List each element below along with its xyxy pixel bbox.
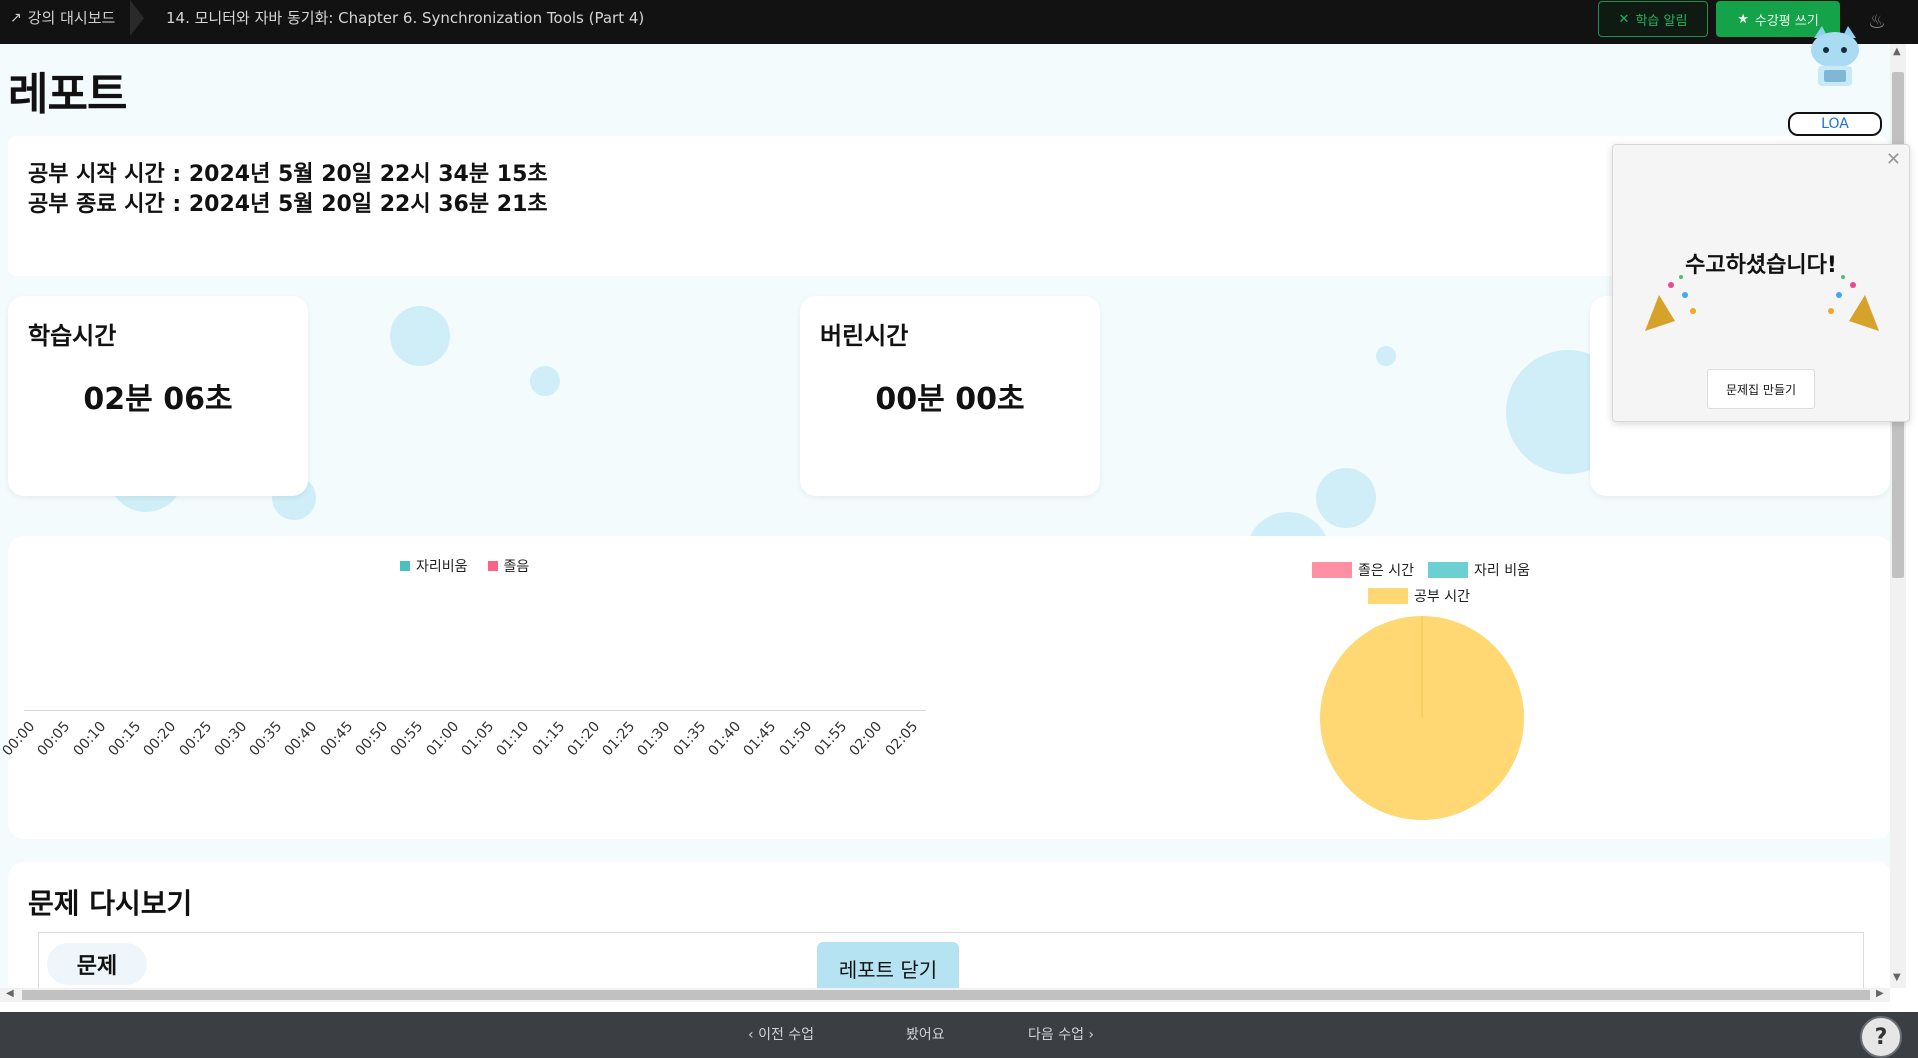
x-tick-label: 00:25	[175, 718, 215, 760]
x-tick-label: 01:20	[564, 718, 604, 760]
study-time-card: 학습시간 02분 06초	[8, 296, 308, 496]
x-tick-label: 01:15	[528, 718, 568, 760]
congrats-message: 수고하셨습니다!	[1685, 253, 1837, 278]
loa-button[interactable]: LOA	[1788, 112, 1882, 136]
pie-chart	[1320, 616, 1524, 820]
scroll-up-arrow-icon[interactable]: ▲	[1893, 46, 1901, 57]
x-tick-label: 02:00	[846, 718, 886, 760]
chevron-left-icon: ‹	[748, 1027, 759, 1043]
x-tick-label: 01:30	[634, 718, 674, 760]
chart-panel: 자리비움 졸음 00:00 00:05 00:10 00:15 00:20 00:25 00…	[0, 536, 1890, 839]
study-end-time: 공부 종료 시간 : 2024년 5월 20일 22시 36분 21초	[28, 192, 548, 217]
x-tick-label: 00:40	[281, 718, 321, 760]
mascot-icon[interactable]	[1808, 24, 1862, 90]
pie-legend-row1: 졸은 시간 자리 비움	[1312, 560, 1530, 580]
top-bar: ↗ 강의 대시보드 14. 모니터와 자바 동기화: Chapter 6. Sy…	[0, 0, 1918, 44]
legend-swatch	[487, 561, 498, 571]
scroll-right-arrow-icon[interactable]: ▶	[1876, 988, 1884, 999]
legend-swatch	[1312, 562, 1352, 578]
next-lesson-button[interactable]: 다음 수업 ›	[1028, 1012, 1094, 1058]
x-tick-label: 00:45	[317, 718, 356, 760]
legend-drowsy-label: 졸음	[503, 559, 530, 575]
legend-swatch	[1368, 588, 1408, 604]
problem-review-heading: 문제 다시보기	[28, 887, 193, 920]
chevron-right-icon: ›	[1083, 1027, 1095, 1043]
horizontal-scroll-thumb[interactable]	[22, 990, 1870, 1000]
close-icon[interactable]: ✕	[1886, 149, 1901, 170]
decorative-bubble	[390, 306, 450, 366]
legend-swatch	[1427, 562, 1468, 578]
breadcrumb-separator	[130, 0, 144, 36]
legend-study-time-label: 공부 시간	[1414, 589, 1470, 605]
x-tick-label: 00:20	[140, 718, 180, 760]
congrats-popup: ✕ 수고하셨습니다! 문제집 만들기	[1612, 144, 1910, 422]
study-time-value: 02분 06초	[83, 382, 233, 417]
dashboard-link[interactable]: ↗ 강의 대시보드	[10, 0, 115, 36]
x-tick-label: 00:00	[0, 718, 39, 760]
horizontal-scrollbar[interactable]: ◀ ▶	[0, 988, 1890, 1002]
wasted-time-card: 버린시간 00분 00초	[800, 296, 1100, 496]
bell-off-icon: ✕	[1618, 11, 1630, 27]
next-lesson-label: 다음 수업	[1028, 1027, 1084, 1043]
user-menu-icon[interactable]: ♨	[1862, 6, 1892, 36]
legend-away-label: 자리비움	[416, 559, 468, 575]
x-tick-label: 02:05	[881, 718, 921, 760]
prev-lesson-label: 이전 수업	[758, 1027, 815, 1043]
make-problem-set-button[interactable]: 문제집 만들기	[1707, 369, 1815, 409]
x-tick-label: 01:50	[776, 718, 815, 760]
scroll-down-arrow-icon[interactable]: ▼	[1893, 972, 1901, 983]
x-tick-label: 01:00	[423, 718, 462, 760]
wasted-time-label: 버린시간	[820, 322, 909, 350]
watched-button[interactable]: 봤어요	[906, 1012, 945, 1058]
x-tick-label: 01:45	[740, 718, 780, 760]
bottom-bar: ‹ 이전 수업 봤어요 다음 수업 ›	[0, 1012, 1918, 1058]
decorative-bubble	[1316, 468, 1376, 528]
x-tick-label: 00:10	[70, 718, 109, 760]
x-tick-label: 00:55	[387, 718, 427, 760]
study-time-box: 공부 시작 시간 : 2024년 5월 20일 22시 34분 15초 공부 종…	[8, 136, 1888, 276]
dashboard-label: 강의 대시보드	[27, 9, 116, 27]
legend-drowsy-time-label: 졸은 시간	[1358, 563, 1414, 579]
line-chart-legend: 자리비움 졸음	[400, 556, 529, 576]
study-start-time: 공부 시작 시간 : 2024년 5월 20일 22시 34분 15초	[28, 162, 548, 187]
x-tick-label: 01:40	[705, 718, 745, 760]
decorative-bubble	[1376, 346, 1396, 366]
lecture-title: 14. 모니터와 자바 동기화: Chapter 6. Synchronizat…	[166, 9, 645, 27]
legend-away-time-label: 자리 비움	[1473, 563, 1530, 579]
x-tick-label: 00:05	[34, 718, 74, 760]
study-time-label: 학습시간	[28, 322, 117, 350]
decorative-bubble	[530, 366, 560, 396]
study-alarm-button[interactable]: ✕ 학습 알림	[1598, 1, 1708, 37]
x-tick-label: 00:50	[352, 718, 392, 760]
line-chart-baseline	[24, 710, 926, 711]
x-tick-label: 01:35	[670, 718, 709, 760]
pie-legend-row2: 공부 시간	[1368, 586, 1470, 606]
wasted-time-value: 00분 00초	[875, 382, 1025, 417]
external-link-icon: ↗	[10, 10, 22, 26]
x-tick-label: 01:10	[493, 718, 533, 760]
x-tick-label: 01:55	[811, 718, 851, 760]
problem-tab[interactable]: 문제	[47, 943, 147, 985]
prev-lesson-button[interactable]: ‹ 이전 수업	[748, 1012, 814, 1058]
study-alarm-label: 학습 알림	[1635, 13, 1688, 29]
close-report-button[interactable]: 레포트 닫기	[817, 942, 959, 994]
star-icon: ★	[1737, 11, 1749, 27]
page-title: 레포트	[8, 69, 127, 120]
x-tick-label: 00:15	[105, 718, 145, 760]
x-tick-label: 01:25	[599, 718, 639, 760]
legend-swatch	[400, 561, 410, 571]
report-content: 레포트 공부 시작 시간 : 2024년 5월 20일 22시 34분 15초 …	[0, 44, 1890, 988]
scroll-left-arrow-icon[interactable]: ◀	[6, 988, 14, 999]
x-tick-label: 00:35	[246, 718, 286, 760]
x-tick-label: 00:30	[211, 718, 251, 760]
x-tick-label: 01:05	[458, 718, 498, 760]
help-button[interactable]: ?	[1860, 1016, 1902, 1058]
